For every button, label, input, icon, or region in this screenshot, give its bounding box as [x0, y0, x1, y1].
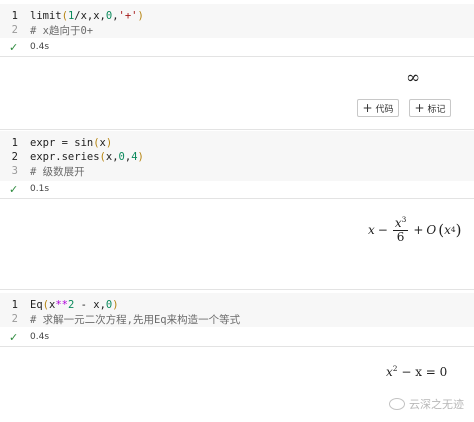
code-comment: # x趋向于0+ — [30, 24, 94, 37]
code-token: expr = sin — [30, 137, 94, 149]
cell-status: ✓ 0.4s — [0, 40, 49, 54]
code-token: ) — [105, 137, 113, 149]
output-equation-rest: − x = 0 — [401, 365, 448, 379]
output-term: O — [426, 222, 437, 237]
code-token: ** — [55, 299, 68, 311]
code-token: - x, — [74, 299, 106, 311]
divider — [0, 289, 474, 290]
code-token: x, — [105, 151, 119, 163]
divider — [0, 56, 474, 57]
code-line[interactable]: 1 Eq(x ** 2 - x, 0) — [0, 298, 119, 312]
code-line[interactable]: 1 limit(1/x,x, 0, '+') — [0, 9, 144, 23]
output-operator: − — [377, 222, 388, 237]
code-line[interactable]: 2 expr.series(x, 0, 4) — [0, 150, 144, 164]
divider — [0, 129, 474, 130]
execution-time: 0.4s — [30, 332, 50, 342]
cell-status: ✓ 0.4s — [0, 330, 49, 344]
code-comment: # 级数展开 — [30, 165, 85, 178]
plus-icon: + — [362, 101, 373, 115]
watermark-text: 云深之无迹 — [409, 398, 464, 411]
add-markdown-label: 标记 — [427, 104, 446, 115]
line-number: 1 — [11, 10, 18, 22]
line-number: 1 — [11, 299, 18, 311]
code-cell-1[interactable]: 1 limit(1/x,x, 0, '+') 2 # x趋向于0+ — [0, 4, 474, 38]
code-token: '+' — [118, 10, 138, 22]
line-number: 2 — [11, 313, 18, 325]
line-number: 3 — [11, 165, 18, 177]
execution-time: 0.4s — [30, 42, 50, 52]
output-term: x — [444, 222, 451, 237]
cell-output-2: x − x3 6 + O (x 4) — [368, 216, 462, 244]
code-cell-2[interactable]: 1 expr = sin(x) 2 expr.series(x, 0, 4) 3 # 级数… — [0, 131, 474, 181]
code-token: ) — [137, 151, 144, 163]
code-token: /x,x, — [74, 10, 106, 22]
code-token: ) — [112, 299, 119, 311]
code-token: Eq — [30, 299, 43, 311]
line-number: 2 — [11, 24, 18, 36]
code-token: expr.series — [30, 151, 100, 163]
plus-icon: + — [414, 101, 425, 115]
output-exponent: 2 — [392, 364, 398, 373]
output-term: x — [386, 365, 393, 379]
add-markdown-button[interactable]: + 标记 — [409, 99, 451, 117]
output-term: 6 — [396, 229, 405, 244]
code-line[interactable]: 1 expr = sin(x) — [0, 136, 113, 150]
check-icon: ✓ — [9, 182, 19, 196]
add-code-button[interactable]: + 代码 — [357, 99, 399, 117]
code-line[interactable]: 3 # 级数展开 — [0, 164, 85, 178]
code-token: ) — [137, 10, 144, 22]
code-line[interactable]: 2 # x趋向于0+ — [0, 23, 93, 37]
code-token: limit — [30, 10, 62, 22]
output-term: x — [368, 222, 375, 237]
divider — [0, 346, 474, 347]
cell-output-1: ∞ — [406, 68, 421, 88]
code-line[interactable]: 2 # 求解一元二次方程,先用Eq来构造一个等式 — [0, 312, 240, 326]
output-operator: + — [413, 222, 424, 237]
output-paren: ) — [455, 220, 462, 239]
wechat-icon — [389, 398, 405, 410]
line-number: 1 — [11, 137, 18, 149]
line-number: 2 — [11, 151, 18, 163]
output-exponent: 3 — [401, 215, 407, 224]
cell-status: ✓ 0.1s — [0, 182, 49, 196]
execution-time: 0.1s — [30, 184, 50, 194]
divider — [0, 198, 474, 199]
output-term: x — [394, 216, 402, 230]
code-comment: # 求解一元二次方程,先用Eq来构造一个等式 — [30, 313, 241, 326]
output-fraction: x3 6 — [392, 215, 409, 244]
check-icon: ✓ — [9, 40, 19, 54]
cell-output-3: x2 − x = 0 — [386, 364, 447, 379]
check-icon: ✓ — [9, 330, 19, 344]
add-code-label: 代码 — [375, 104, 394, 115]
code-cell-3[interactable]: 1 Eq(x ** 2 - x, 0) 2 # 求解一元二次方程,先用Eq来构造一个等式 — [0, 293, 474, 327]
watermark: 云深之无迹 — [389, 396, 464, 412]
